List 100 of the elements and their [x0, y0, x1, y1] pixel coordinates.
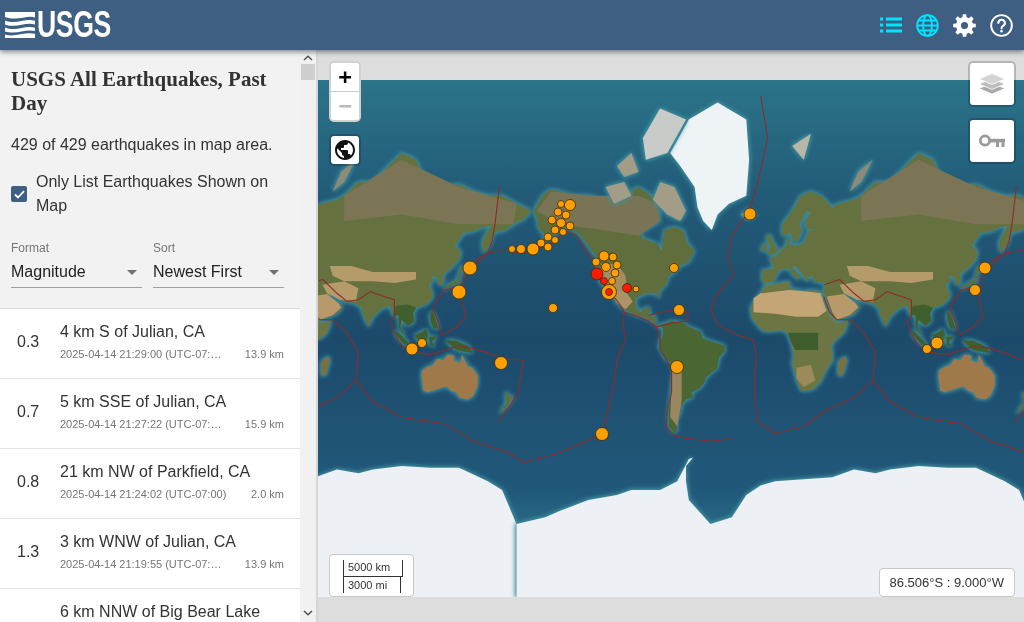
circle-marker-icon[interactable]: [565, 221, 575, 231]
ring-marker-icon[interactable]: [601, 284, 617, 300]
place-text: 21 km NW of Parkfield, CA: [60, 462, 251, 482]
depth-text: 13.9 km: [244, 557, 284, 572]
circle-marker-icon[interactable]: [462, 260, 478, 276]
time-text: 2025-04-14 21:29:00 (UTC-07:…: [60, 347, 222, 362]
place-text: 6 km NNW of Big Bear Lake: [60, 602, 261, 622]
circle-marker-icon[interactable]: [550, 225, 560, 235]
circle-marker-icon[interactable]: [632, 285, 640, 293]
list-icon[interactable]: [880, 17, 902, 33]
island: [849, 159, 873, 192]
circle-marker-icon[interactable]: [548, 303, 558, 313]
layers-button[interactable]: [968, 61, 1016, 107]
circle-marker-icon[interactable]: [543, 242, 553, 252]
circle-marker-icon[interactable]: [557, 200, 565, 208]
circle-marker-icon[interactable]: [669, 263, 679, 273]
checkbox-label[interactable]: Only List Earthquakes Shown on Map: [36, 170, 288, 218]
place-text: 3 km WNW of Julian, CA: [60, 532, 237, 552]
circle-marker-icon[interactable]: [536, 238, 546, 248]
circle-marker-icon[interactable]: [547, 215, 557, 225]
circle-marker-icon[interactable]: [930, 336, 944, 350]
circle-marker-icon[interactable]: [553, 207, 563, 217]
magnitude-text: 0.3: [17, 332, 41, 352]
panel-title: USGS All Earthquakes, Past Day: [11, 67, 268, 115]
island: [792, 133, 811, 160]
circle-marker-icon[interactable]: [556, 218, 566, 228]
coordinates-display: 86.506°S : 9.000°W: [878, 568, 1015, 597]
island: [838, 355, 847, 376]
circle-marker-icon[interactable]: [608, 252, 618, 262]
select-label: Sort: [153, 240, 175, 256]
key-icon: [979, 134, 1005, 148]
chevron-up-icon[interactable]: [303, 55, 313, 61]
time-text: 2025-04-14 21:27:22 (UTC-07:…: [60, 417, 222, 432]
circle-marker-icon[interactable]: [622, 283, 632, 293]
circle-marker-icon[interactable]: [508, 245, 516, 253]
time-text: 2025-04-14 21:19:55 (UTC-07:…: [60, 557, 222, 572]
island: [1014, 391, 1024, 415]
circle-marker-icon[interactable]: [595, 427, 609, 441]
logo-link[interactable]: USGS: [5, 10, 113, 40]
caret-icon: [127, 269, 137, 275]
place-text: 4 km S of Julian, CA: [60, 322, 205, 342]
place-text: 5 km SSE of Julian, CA: [60, 392, 227, 412]
circle-marker-icon[interactable]: [564, 199, 576, 211]
scale-line: 5000 km: [343, 560, 403, 577]
dropdown[interactable]: Newest First: [153, 257, 284, 288]
circle-marker-icon[interactable]: [743, 207, 757, 221]
globe-icon: [335, 140, 355, 160]
circle-marker-icon[interactable]: [612, 260, 622, 270]
circle-marker-icon[interactable]: [673, 304, 685, 316]
circle-marker-icon[interactable]: [551, 236, 559, 244]
select-label: Format: [11, 240, 49, 256]
scrollbar-thumb[interactable]: [301, 64, 315, 80]
circle-marker-icon[interactable]: [561, 210, 571, 220]
depth-text: 15.9 km: [244, 417, 284, 432]
magnitude-text: 0.8: [17, 472, 41, 492]
circle-marker-icon[interactable]: [591, 257, 601, 267]
check-icon: [13, 189, 25, 199]
wave-logo-icon: [5, 12, 35, 38]
circle-marker-icon[interactable]: [494, 356, 508, 370]
circle-marker-icon[interactable]: [978, 261, 992, 275]
circle-marker-icon[interactable]: [598, 250, 610, 262]
circle-marker-icon[interactable]: [608, 277, 616, 285]
chevron-down-icon[interactable]: [303, 610, 313, 616]
globe-button[interactable]: [329, 134, 361, 166]
island: [446, 339, 474, 353]
key-button[interactable]: [968, 118, 1016, 164]
circle-marker-icon[interactable]: [601, 262, 611, 272]
circle-marker-icon[interactable]: [969, 284, 981, 296]
circle-marker-icon[interactable]: [451, 284, 467, 300]
checkbox[interactable]: [11, 186, 27, 202]
island: [617, 153, 639, 177]
desert-region: [796, 364, 816, 387]
globe-icon[interactable]: [916, 13, 939, 37]
island: [605, 182, 632, 204]
magnitude-text: 1.3: [17, 542, 41, 562]
time-text: 2025-04-14 21:24:02 (UTC-07:00): [60, 487, 227, 502]
caret-icon: [269, 269, 279, 275]
forest-region: [787, 332, 819, 350]
circle-marker-icon[interactable]: [670, 360, 684, 374]
summary-text: 429 of 429 earthquakes in map area.: [11, 135, 273, 155]
circle-marker-icon[interactable]: [543, 232, 553, 242]
depth-text: 2.0 km: [251, 487, 284, 502]
island: [963, 339, 991, 353]
settings-icon[interactable]: [953, 13, 976, 37]
depth-text: 13.9 km: [244, 347, 284, 362]
circle-marker-icon[interactable]: [559, 228, 567, 236]
continent: [938, 354, 995, 400]
circle-marker-icon[interactable]: [405, 342, 419, 356]
help-icon[interactable]: [990, 13, 1013, 37]
island: [321, 355, 330, 376]
circle-marker-icon[interactable]: [417, 338, 427, 348]
circle-marker-icon[interactable]: [516, 244, 526, 254]
magnitude-text: 0.7: [17, 402, 41, 422]
dropdown[interactable]: Magnitude: [11, 257, 142, 288]
circle-marker-icon[interactable]: [600, 277, 608, 285]
circle-marker-icon[interactable]: [590, 267, 604, 281]
circle-marker-icon[interactable]: [526, 242, 540, 256]
circle-marker-icon[interactable]: [922, 344, 932, 354]
circle-marker-icon[interactable]: [610, 268, 620, 278]
layers-icon: [978, 71, 1006, 97]
